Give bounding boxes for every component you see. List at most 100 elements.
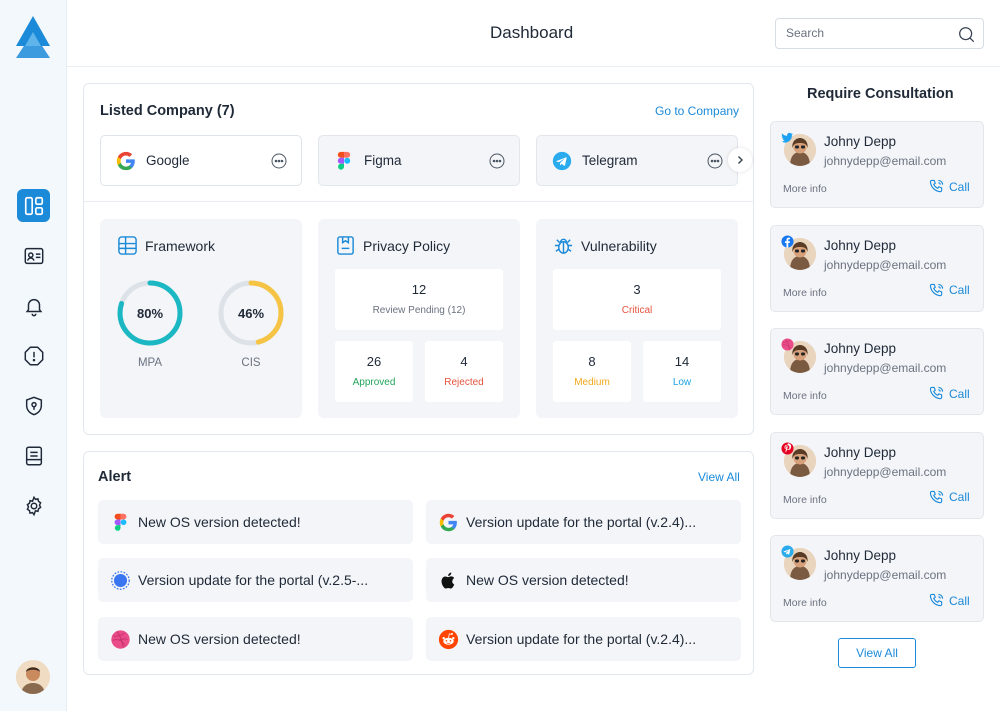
rejected-box[interactable]: 4 Rejected	[425, 341, 503, 402]
critical-label: Critical	[621, 305, 653, 316]
mpa-value: 80%	[136, 305, 164, 321]
privacy-policy-card: Privacy Policy 12 Review Pending (12) 26…	[318, 219, 520, 418]
critical-box[interactable]: 3 Critical	[553, 269, 721, 330]
consultation-card[interactable]: Johny Depp johnydepp@email.com More info Ca…	[770, 328, 984, 415]
approved-count: 26	[366, 354, 382, 369]
bell-icon	[25, 298, 42, 316]
company-card-google[interactable]: Google	[100, 135, 302, 186]
medium-label: Medium	[574, 377, 610, 388]
sidebar-item-contacts[interactable]	[17, 239, 50, 272]
divider	[84, 201, 753, 202]
sidebar	[0, 0, 67, 711]
call-label: Call	[949, 490, 970, 504]
consultation-card[interactable]: Johny Depp johnydepp@email.com More info Ca…	[770, 535, 984, 622]
facebook-icon	[781, 234, 794, 248]
logo-icon[interactable]	[14, 14, 52, 60]
company-name: Google	[146, 153, 190, 168]
consultation-card[interactable]: Johny Depp johnydepp@email.com More info Ca…	[770, 121, 984, 208]
alert-item[interactable]: Version update for the portal (v.2.4)...	[426, 500, 741, 544]
call-button[interactable]: Call	[929, 386, 970, 401]
alert-view-all-link[interactable]: View All	[698, 470, 740, 484]
call-button[interactable]: Call	[929, 593, 970, 608]
medium-box[interactable]: 8 Medium	[553, 341, 631, 402]
company-name: Figma	[364, 153, 402, 168]
low-label: Low	[672, 377, 692, 388]
gear-icon	[25, 495, 42, 516]
alert-item[interactable]: Version update for the portal (v.2.5-...	[98, 558, 413, 602]
search-box[interactable]	[775, 18, 984, 49]
listed-company-title: Listed Company (7)	[100, 103, 235, 119]
figma-icon	[114, 513, 127, 531]
phone-icon	[929, 593, 944, 607]
low-box[interactable]: 14 Low	[643, 341, 721, 402]
company-card-telegram[interactable]: Telegram	[536, 135, 738, 186]
pinterest-icon	[781, 441, 794, 455]
alert-item[interactable]: New OS version detected!	[98, 500, 413, 544]
company-name: Telegram	[582, 153, 638, 168]
contact-name: Johny Depp	[824, 444, 897, 460]
contact-name: Johny Depp	[824, 134, 897, 149]
consultation-view-all-button[interactable]: View All	[838, 638, 916, 668]
cis-value: 46%	[237, 305, 265, 321]
contact-name: Johny Depp	[824, 237, 897, 253]
topbar: Dashboard	[67, 0, 1000, 67]
more-info-link[interactable]: More info	[783, 183, 827, 195]
consultation-card[interactable]: Johny Depp johnydepp@email.com More info Ca…	[770, 431, 984, 519]
sidebar-item-security[interactable]	[17, 389, 50, 422]
sidebar-item-notifications[interactable]	[17, 289, 50, 322]
vulnerability-card: Vulnerability 3 Critical 8 Medium 14 Low	[536, 219, 738, 418]
privacy-title: Privacy Policy	[363, 237, 451, 254]
chevron-right-icon	[738, 156, 743, 164]
cis-ring: 46%	[217, 279, 285, 347]
figma-icon	[337, 151, 351, 170]
company-card-figma[interactable]: Figma	[318, 135, 520, 186]
next-company-button[interactable]	[728, 148, 752, 172]
user-avatar-icon	[16, 660, 50, 694]
more-options-icon[interactable]	[271, 153, 287, 169]
alert-item[interactable]: Version update for the portal (v.2.4)...	[426, 617, 741, 661]
rejected-count: 4	[460, 354, 468, 369]
call-label: Call	[949, 593, 970, 608]
framework-card: Framework 80% MPA 46% CIS	[100, 219, 302, 418]
phone-icon	[929, 386, 944, 400]
approved-box[interactable]: 26 Approved	[335, 341, 413, 402]
review-pending-box[interactable]: 12 Review Pending (12)	[335, 269, 503, 330]
alert-item[interactable]: New OS version detected!	[426, 558, 741, 602]
bug-icon	[554, 238, 573, 254]
sidebar-item-dashboard[interactable]	[17, 189, 50, 222]
signal-icon	[111, 570, 130, 590]
policy-document-icon	[337, 236, 354, 255]
more-info-link[interactable]: More info	[783, 287, 827, 299]
critical-count: 3	[633, 282, 641, 297]
alert-item[interactable]: New OS version detected!	[98, 617, 413, 661]
sidebar-item-settings[interactable]	[17, 489, 50, 522]
approved-label: Approved	[352, 377, 396, 388]
avatar[interactable]	[16, 660, 50, 694]
shield-pin-icon	[25, 396, 42, 415]
alert-text: New OS version detected!	[138, 514, 301, 530]
call-button[interactable]: Call	[929, 179, 970, 194]
more-info-link[interactable]: More info	[783, 390, 827, 402]
search-icon[interactable]	[958, 26, 975, 43]
grid-icon	[118, 236, 137, 255]
apple-icon	[441, 572, 455, 589]
sidebar-item-alerts[interactable]	[17, 339, 50, 372]
go-to-company-link[interactable]: Go to Company	[655, 104, 739, 118]
phone-icon	[929, 179, 944, 193]
reddit-icon	[438, 629, 459, 649]
alert-title: Alert	[98, 469, 132, 485]
search-input[interactable]	[786, 26, 946, 40]
more-info-link[interactable]: More info	[783, 494, 827, 506]
consultation-title: Require Consultation	[807, 86, 954, 102]
more-options-icon[interactable]	[489, 153, 505, 169]
review-pending-label: Review Pending (12)	[372, 305, 466, 316]
document-icon	[25, 446, 42, 465]
more-options-icon[interactable]	[707, 153, 723, 169]
sidebar-item-documents[interactable]	[17, 439, 50, 472]
call-button[interactable]: Call	[929, 490, 970, 505]
phone-icon	[929, 490, 944, 503]
phone-icon	[929, 283, 944, 296]
call-button[interactable]: Call	[929, 283, 970, 298]
more-info-link[interactable]: More info	[783, 597, 827, 609]
consultation-card[interactable]: Johny Depp johnydepp@email.com More info Ca…	[770, 224, 984, 312]
